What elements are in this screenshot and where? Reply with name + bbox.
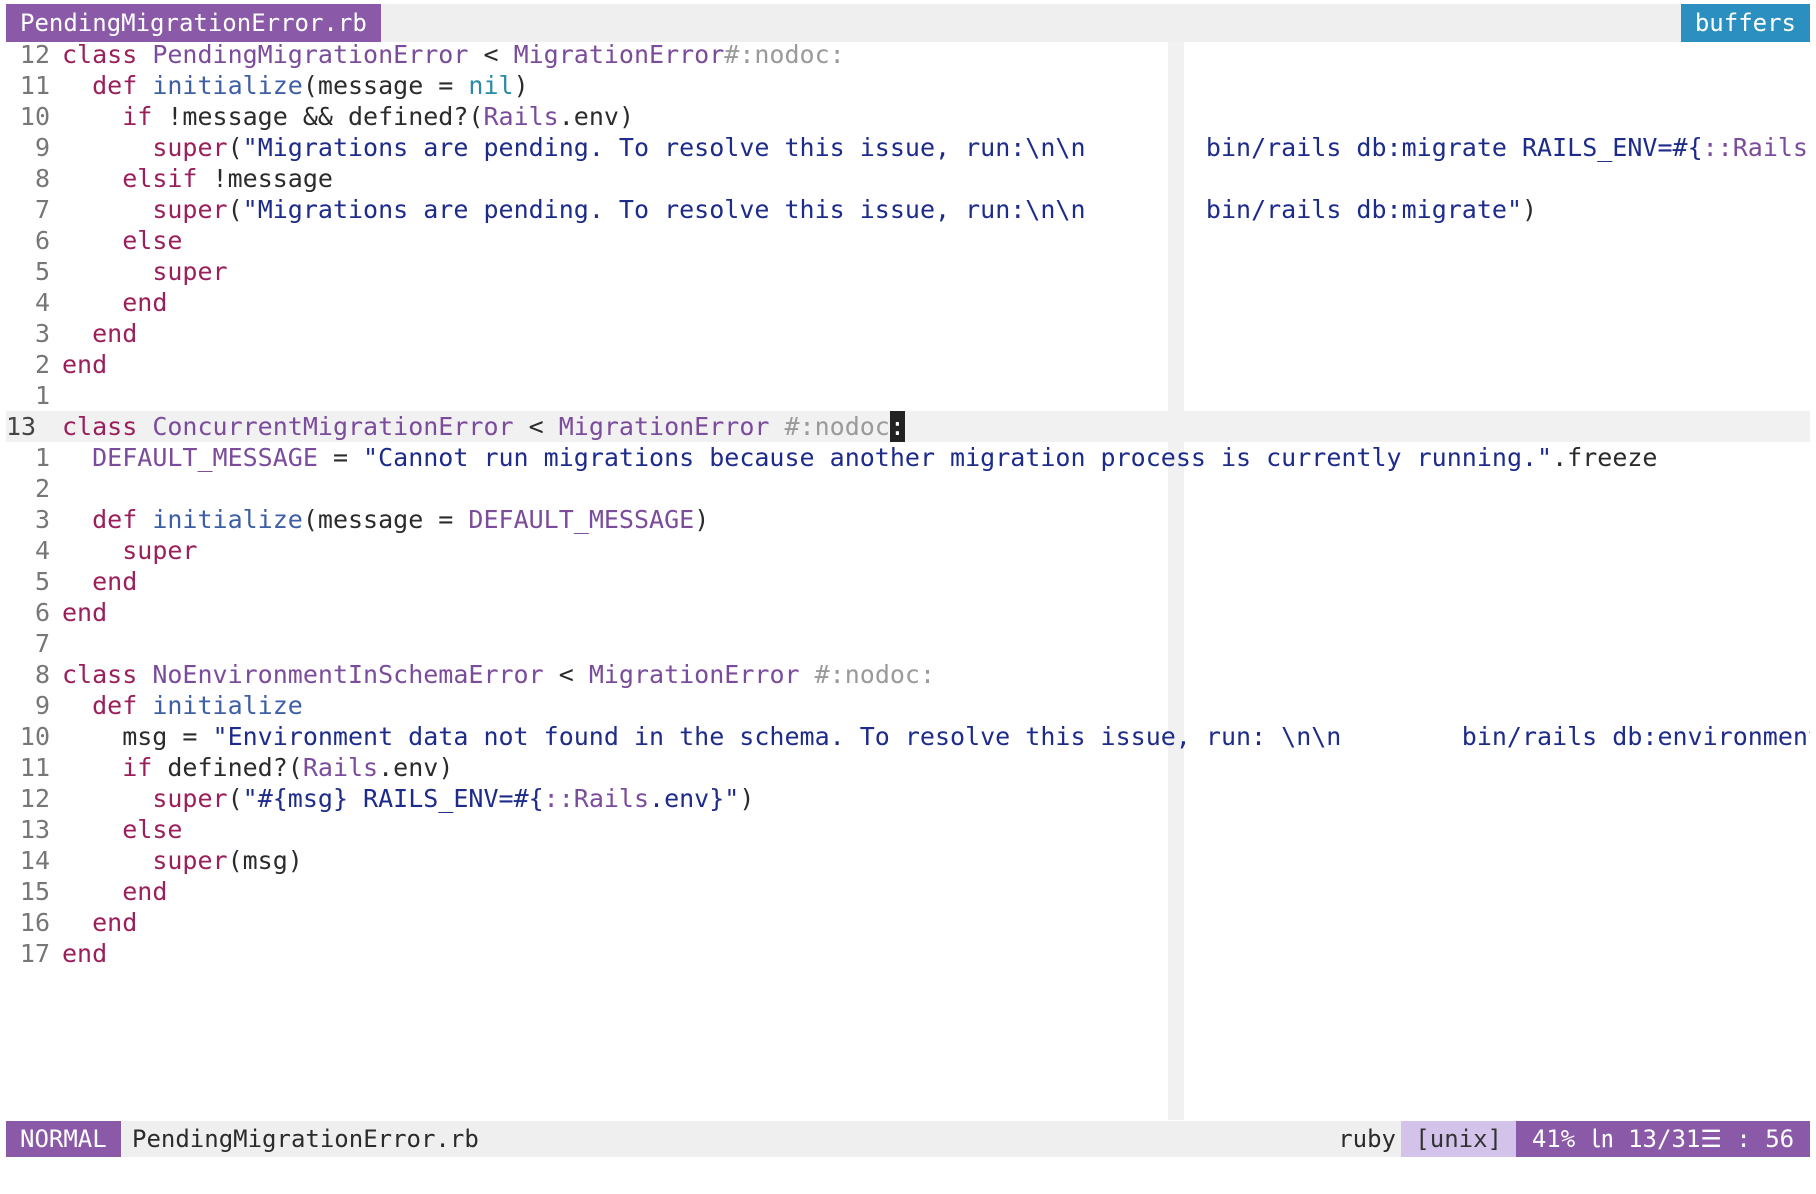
code-text: def initialize(message = DEFAULT_MESSAGE… [92,505,710,534]
status-filetype: ruby [1338,1125,1396,1153]
line-number: 12 [19,42,50,69]
line-number: 16 [19,908,50,937]
line-number: 17 [19,939,50,968]
line-number: 15 [19,877,50,906]
code-line[interactable]: 1 DEFAULT_MESSAGE = "Cannot run migratio… [6,442,1810,473]
status-filename: PendingMigrationError.rb [132,1125,479,1153]
line-number: 5 [34,567,50,596]
buffers-indicator[interactable]: buffers [1680,4,1810,42]
line-number: 13 [19,815,50,844]
code-text: end [62,350,108,379]
line-number: 5 [34,257,50,286]
code-line[interactable]: 11 if defined?(Rails.env) [6,752,1810,783]
line-number: 10 [19,722,50,751]
line-number: 13 [6,412,37,441]
code-line[interactable]: 3 def initialize(message = DEFAULT_MESSA… [6,504,1810,535]
code-line[interactable]: 6 end [6,597,1810,628]
code-text: if !message && defined?(Rails.env) [122,102,634,131]
line-number: 8 [34,164,50,193]
line-number: 14 [19,846,50,875]
code-line[interactable]: 10 if !message && defined?(Rails.env) [6,101,1810,132]
line-number: 7 [34,629,50,658]
code-text: class PendingMigrationError < MigrationE… [62,42,845,69]
code-text: super("Migrations are pending. To resolv… [152,195,1538,224]
code-text: end [92,567,138,596]
code-line[interactable]: 9 def initialize [6,690,1810,721]
code-line[interactable]: 5 super [6,256,1810,287]
code-line[interactable]: 4 end [6,287,1810,318]
code-line[interactable]: 14 super(msg) [6,845,1810,876]
status-fileformat: [unix] [1401,1121,1516,1157]
code-line[interactable]: 6 else [6,225,1810,256]
code-text: def initialize [92,691,303,720]
tabline: PendingMigrationError.rb buffers [6,4,1810,42]
code-line[interactable]: 9 super("Migrations are pending. To reso… [6,132,1810,163]
code-line[interactable]: 16 end [6,907,1810,938]
code-line[interactable]: 15 end [6,876,1810,907]
line-number: 4 [34,536,50,565]
statusline: NORMAL PendingMigrationError.rb ruby [un… [6,1121,1810,1157]
code-line[interactable]: 7 super("Migrations are pending. To reso… [6,194,1810,225]
line-number: 9 [34,133,50,162]
line-number: 3 [34,319,50,348]
line-number: 9 [34,691,50,720]
code-line[interactable]: 2 [6,473,1810,504]
line-number: 1 [34,381,50,410]
code-text: else [122,226,183,255]
code-text: super("#{msg} RAILS_ENV=#{::Rails.env}") [152,784,755,813]
line-number: 7 [34,195,50,224]
code-line[interactable]: 7 [6,628,1810,659]
line-number: 8 [34,660,50,689]
code-line[interactable]: 8 class NoEnvironmentInSchemaError < Migr… [6,659,1810,690]
code-line[interactable]: 1 [6,380,1810,411]
code-text: def initialize(message = nil) [92,71,529,100]
code-text: DEFAULT_MESSAGE = "Cannot run migrations… [92,443,1658,472]
line-number: 11 [19,753,50,782]
mode-indicator: NORMAL [6,1121,121,1157]
code-text: end [62,939,108,968]
line-number: 11 [19,71,50,100]
code-text: end [122,877,168,906]
code-text: end [62,598,108,627]
tab-active-file[interactable]: PendingMigrationError.rb [6,4,381,42]
line-number: 2 [34,474,50,503]
line-number: 6 [34,226,50,255]
code-text: class ConcurrentMigrationError < Migrati… [62,411,905,442]
code-line[interactable]: 3 end [6,318,1810,349]
code-text: msg = "Environment data not found in the… [62,722,1810,751]
editor-pane[interactable]: 12 class PendingMigrationError < Migratio… [6,42,1810,1120]
code-text: end [92,319,138,348]
code-text: super("Migrations are pending. To resolv… [152,133,1810,162]
code-line[interactable]: 5 end [6,566,1810,597]
line-number: 3 [34,505,50,534]
code-line-current[interactable]: 13 class ConcurrentMigrationError < Migra… [6,411,1810,442]
code-line[interactable]: 12 super("#{msg} RAILS_ENV=#{::Rails.env… [6,783,1810,814]
code-line[interactable]: 11 def initialize(message = nil) [6,70,1810,101]
status-position: 41% ㏑ 13/31☰ : 56 [1516,1121,1810,1157]
code-text: else [122,815,183,844]
code-text: class NoEnvironmentInSchemaError < Migra… [62,660,936,689]
code-text: if defined?(Rails.env) [122,753,454,782]
code-text: super [152,257,228,286]
line-number: 12 [19,784,50,813]
code-line[interactable]: 8 elsif !message [6,163,1810,194]
code-text: elsif !message [122,164,333,193]
code-text: end [122,288,168,317]
command-line[interactable] [6,1157,1810,1187]
code-line[interactable]: 2 end [6,349,1810,380]
code-text: end [92,908,138,937]
code-text: super(msg) [152,846,303,875]
line-number: 10 [19,102,50,131]
code-line[interactable]: 4 super [6,535,1810,566]
line-number: 6 [34,598,50,627]
line-number: 1 [34,443,50,472]
code-line[interactable]: 10 msg = "Environment data not found in … [6,721,1810,752]
vim-window: PendingMigrationError.rb buffers 12 class… [0,0,1816,1194]
code-text: super [122,536,198,565]
code-line[interactable]: 17 end [6,938,1810,969]
line-number: 2 [34,350,50,379]
code-line[interactable]: 13 else [6,814,1810,845]
line-number: 4 [34,288,50,317]
code-line[interactable]: 12 class PendingMigrationError < Migratio… [6,42,1810,70]
